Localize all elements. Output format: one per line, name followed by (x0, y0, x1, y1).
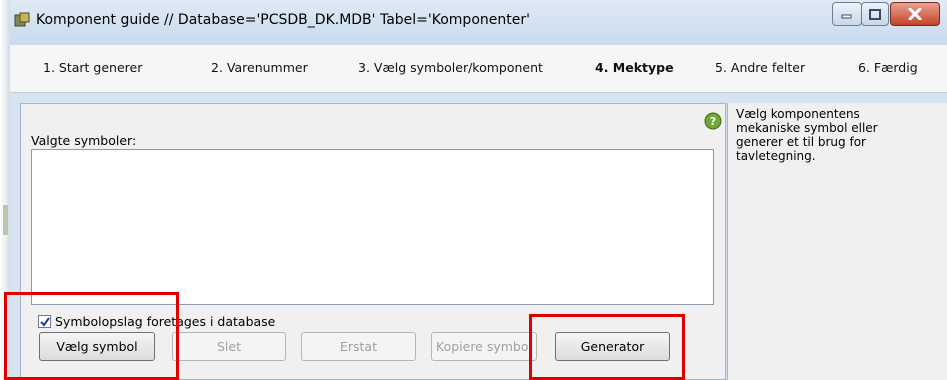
select-symbol-button[interactable]: Vælg symbol (39, 332, 155, 361)
minimize-icon (841, 14, 852, 19)
main-panel: ? Valgte symboler: Symbolopslag foretage… (20, 103, 726, 380)
maximize-icon (869, 8, 881, 20)
help-icon[interactable]: ? (704, 112, 722, 130)
symbol-lookup-checkbox[interactable] (38, 315, 51, 328)
tab-faerdig[interactable]: 6. Færdig (858, 60, 918, 75)
maximize-button[interactable] (861, 2, 889, 26)
symbol-lookup-label: Symbolopslag foretages i database (55, 314, 276, 329)
minimize-button[interactable] (832, 2, 862, 26)
help-text-panel: Vælg komponentens mekaniske symbol eller… (727, 103, 947, 380)
tab-varenummer[interactable]: 2. Varenummer (211, 60, 308, 75)
selected-symbols-list[interactable] (31, 149, 714, 305)
delete-button[interactable]: Slet (172, 332, 286, 361)
checkmark-icon (39, 316, 50, 327)
window-title: Komponent guide // Database='PCSDB_DK.MD… (36, 12, 530, 28)
background-window-notch (3, 205, 8, 235)
title-bar[interactable]: Komponent guide // Database='PCSDB_DK.MD… (10, 0, 947, 45)
help-text: Vælg komponentens mekaniske symbol eller… (736, 107, 878, 163)
svg-text:?: ? (710, 115, 716, 128)
generator-button[interactable]: Generator (555, 332, 670, 361)
tab-mektype[interactable]: 4. Mektype (595, 60, 674, 75)
app-icon (14, 12, 30, 28)
tab-vaelg-symboler[interactable]: 3. Vælg symboler/komponent (358, 60, 543, 75)
background-window-edge (0, 0, 10, 380)
wizard-steps: 1. Start generer 2. Varenummer 3. Vælg s… (10, 45, 947, 93)
selected-symbols-label: Valgte symboler: (31, 133, 137, 148)
close-icon (908, 8, 922, 20)
close-button[interactable] (890, 2, 940, 26)
component-guide-window: Komponent guide // Database='PCSDB_DK.MD… (10, 0, 947, 380)
tab-start-generer[interactable]: 1. Start generer (43, 60, 142, 75)
tab-andre-felter[interactable]: 5. Andre felter (715, 60, 805, 75)
copy-symbol-button[interactable]: Kopiere symbol (431, 332, 537, 361)
replace-button[interactable]: Erstat (301, 332, 416, 361)
